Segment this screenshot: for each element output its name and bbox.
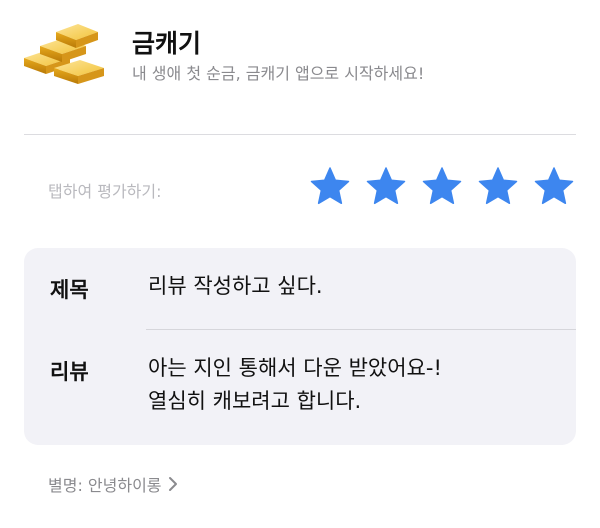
title-field[interactable]: 리뷰 작성하고 싶다. <box>148 270 323 303</box>
review-card: 제목 리뷰 작성하고 싶다. 리뷰 아는 지인 통해서 다운 받았어요-! 열심… <box>24 248 576 445</box>
gold-bars-icon <box>20 14 110 88</box>
header-divider <box>24 134 576 135</box>
review-line-1: 아는 지인 통해서 다운 받았어요-! <box>148 356 442 380</box>
review-field[interactable]: 아는 지인 통해서 다운 받았어요-! 열심히 캐보려고 합니다. <box>148 352 442 418</box>
star-icon-5[interactable] <box>534 166 574 206</box>
nickname-text: 별명: 안녕하이롱 <box>48 476 162 495</box>
app-subtitle: 내 생애 첫 순금, 금캐기 앱으로 시작하세요! <box>132 64 425 83</box>
star-icon-1[interactable] <box>310 166 350 206</box>
review-line-2: 열심히 캐보려고 합니다. <box>148 389 362 413</box>
nickname-link[interactable]: 별명: 안녕하이롱 <box>48 472 178 496</box>
star-icon-3[interactable] <box>422 166 462 206</box>
app-name: 금캐기 <box>132 29 202 58</box>
chevron-right-icon <box>168 476 178 492</box>
review-label: 리뷰 <box>50 360 89 384</box>
title-label: 제목 <box>50 278 89 302</box>
star-icon-4[interactable] <box>478 166 518 206</box>
app-header: 금캐기 내 생애 첫 순금, 금캐기 앱으로 시작하세요! <box>0 0 600 134</box>
rating-label: 탭하여 평가하기: <box>48 182 162 201</box>
card-divider <box>146 329 576 330</box>
star-icon-2[interactable] <box>366 166 406 206</box>
star-rating[interactable] <box>310 166 574 206</box>
